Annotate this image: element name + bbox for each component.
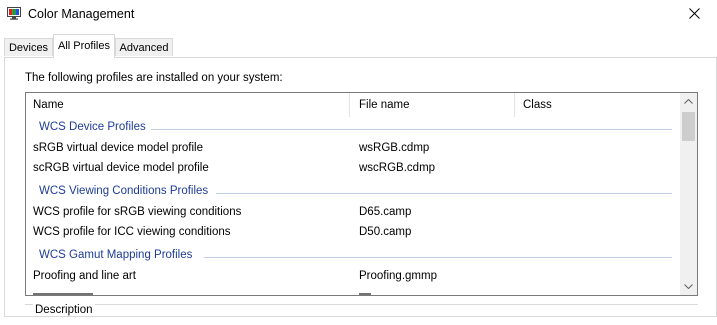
chevron-down-icon <box>684 282 693 291</box>
profiles-list[interactable]: Name File name Class WCS Device Profiles… <box>25 92 698 296</box>
chevron-up-icon <box>684 97 693 106</box>
list-item[interactable]: WCS profile for ICC viewing conditions D… <box>26 222 682 242</box>
group-header-wcs-viewing-conditions-profiles[interactable]: WCS Viewing Conditions Profiles <box>26 183 682 201</box>
list-item[interactable]: sRGB virtual device model profile wsRGB.… <box>26 138 682 158</box>
group-divider <box>150 129 672 130</box>
profile-name: sRGB virtual device model profile <box>33 142 204 154</box>
monitor-color-icon <box>7 7 21 20</box>
tab-advanced[interactable]: Advanced <box>115 38 173 56</box>
profile-file-name: D50.camp <box>359 226 412 238</box>
list-item[interactable]: Proofing and line art Proofing.gmmp <box>26 266 682 286</box>
description-label: Description <box>33 304 95 316</box>
group-label: WCS Gamut Mapping Profiles <box>39 249 198 261</box>
title-bar: Color Management <box>0 0 717 30</box>
profile-file-name: D65.camp <box>359 206 412 218</box>
list-item[interactable] <box>26 286 682 295</box>
list-item[interactable]: scRGB virtual device model profile wscRG… <box>26 158 682 178</box>
list-item[interactable]: WCS profile for sRGB viewing conditions … <box>26 202 682 222</box>
intro-text: The following profiles are installed on … <box>25 72 283 84</box>
profile-file-name: Proofing.gmmp <box>359 270 437 282</box>
profile-name: WCS profile for ICC viewing conditions <box>33 226 231 238</box>
close-icon <box>688 8 700 22</box>
profile-file-name: wscRGB.cdmp <box>359 162 436 174</box>
profile-name: scRGB virtual device model profile <box>33 162 209 174</box>
window-title: Color Management <box>28 7 135 21</box>
scroll-thumb[interactable] <box>682 112 695 141</box>
profile-name: WCS profile for sRGB viewing conditions <box>33 206 242 218</box>
group-header-wcs-device-profiles[interactable]: WCS Device Profiles <box>26 119 682 137</box>
column-header-name[interactable]: Name <box>26 93 350 117</box>
vertical-scrollbar[interactable] <box>680 93 697 295</box>
close-button[interactable] <box>671 0 717 30</box>
group-label: WCS Viewing Conditions Profiles <box>39 185 214 197</box>
group-divider <box>216 193 672 194</box>
clipped-row-text <box>33 293 93 295</box>
clipped-row-text <box>359 293 371 295</box>
scroll-up-button[interactable] <box>680 93 697 110</box>
tab-all-profiles[interactable]: All Profiles <box>53 34 115 58</box>
profile-name: Proofing and line art <box>33 270 136 282</box>
tab-strip: Devices All Profiles Advanced <box>0 30 717 58</box>
group-divider <box>204 257 672 258</box>
profile-file-name: wsRGB.cdmp <box>359 142 430 154</box>
description-group: Description <box>25 304 698 325</box>
scroll-down-button[interactable] <box>680 278 697 295</box>
group-header-wcs-gamut-mapping-profiles[interactable]: WCS Gamut Mapping Profiles <box>26 247 682 265</box>
column-header-class[interactable]: Class <box>516 93 682 117</box>
tab-devices[interactable]: Devices <box>4 38 53 56</box>
group-label: WCS Device Profiles <box>39 121 151 133</box>
column-header-file-name[interactable]: File name <box>352 93 515 117</box>
